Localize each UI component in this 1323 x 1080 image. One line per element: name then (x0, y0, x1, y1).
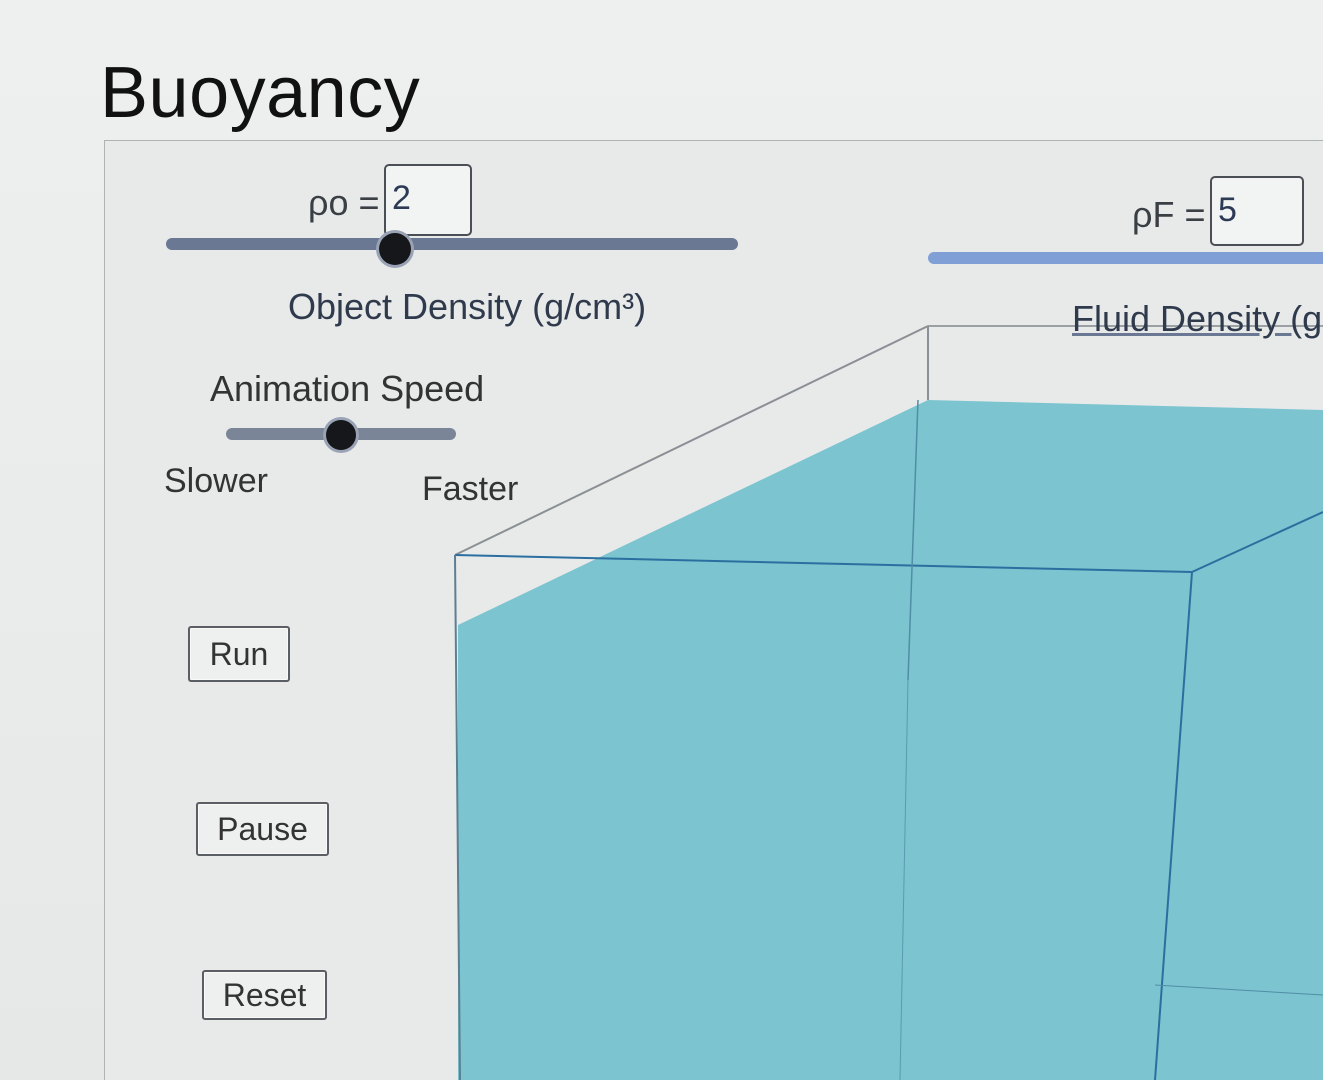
fluid-density-symbol-text: ρF = (1132, 194, 1206, 236)
fluid-density-symbol: ρF = (1132, 192, 1206, 236)
faster-label: Faster (422, 470, 519, 508)
tank-scene (454, 325, 1323, 1080)
animation-speed-slider-thumb[interactable] (326, 420, 356, 450)
animation-speed-label: Animation Speed (210, 368, 485, 409)
pause-button[interactable]: Pause (196, 802, 329, 856)
object-density-slider-track[interactable] (166, 238, 738, 250)
object-density-input[interactable]: 2 (384, 164, 472, 236)
object-density-symbol-text: ρo = (308, 182, 380, 224)
object-density-symbol: ρo = (308, 180, 380, 224)
fluid-body (458, 400, 1323, 1080)
reset-button[interactable]: Reset (202, 970, 327, 1020)
fluid-density-input[interactable]: 5 (1210, 176, 1304, 246)
object-density-label: Object Density (g/cm³) (288, 286, 647, 327)
page: Buoyancy ρo = 2 Object Density (g/cm³) ρ… (0, 0, 1323, 1080)
slower-label: Slower (164, 462, 268, 500)
object-density-slider-thumb[interactable] (378, 233, 411, 265)
fluid-density-label: Fluid Density (g (1072, 298, 1323, 339)
fluid-density-slider-track[interactable] (928, 252, 1323, 264)
run-button[interactable]: Run (188, 626, 290, 682)
